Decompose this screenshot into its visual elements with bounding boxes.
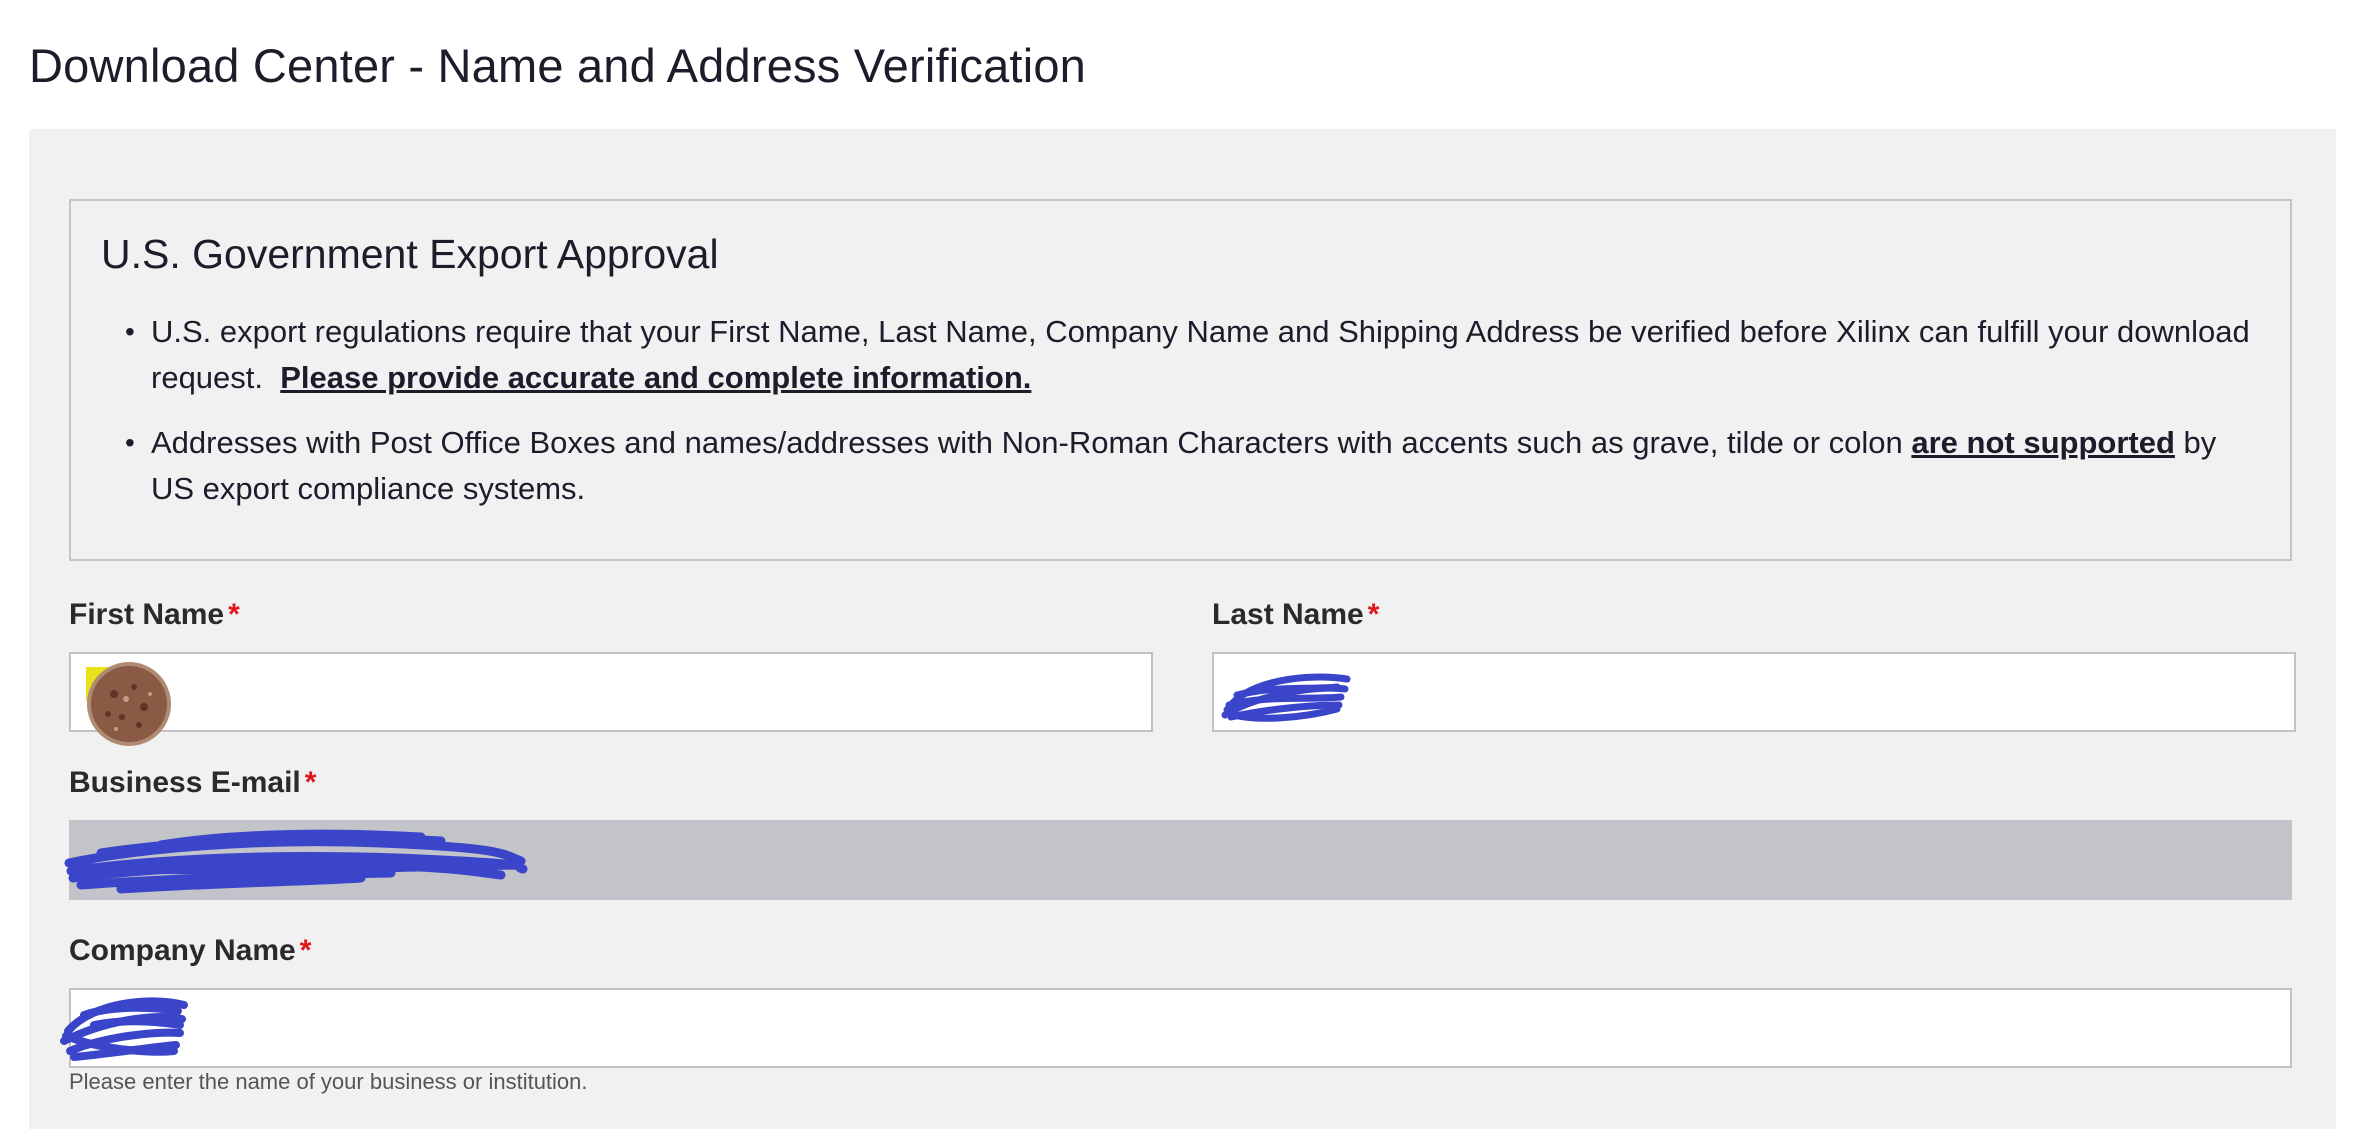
company-name-label-text: Company Name	[69, 934, 296, 967]
business-email-input[interactable]	[69, 820, 2292, 900]
company-name-input[interactable]	[69, 988, 2292, 1068]
bullet-icon: •	[125, 316, 135, 347]
export-approval-notice: U.S. Government Export Approval • U.S. e…	[69, 199, 2292, 561]
business-email-label: Business E-mail *	[69, 766, 316, 800]
notice-emphasis: Please provide accurate and complete inf…	[280, 360, 1032, 395]
notice-item-text: Addresses with Post Office Boxes and nam…	[151, 425, 1912, 460]
company-name-label: Company Name *	[69, 934, 311, 968]
notice-list: • U.S. export regulations require that y…	[125, 309, 2261, 531]
first-name-label: First Name *	[69, 598, 240, 632]
last-name-label-text: Last Name	[1212, 598, 1364, 631]
company-name-help-text: Please enter the name of your business o…	[69, 1069, 588, 1094]
business-email-label-text: Business E-mail	[69, 766, 301, 799]
notice-emphasis: are not supported	[1911, 425, 2175, 460]
first-name-label-text: First Name	[69, 598, 225, 631]
notice-item-unsupported: • Addresses with Post Office Boxes and n…	[125, 420, 2261, 512]
verification-form-panel: U.S. Government Export Approval • U.S. e…	[29, 129, 2336, 1129]
notice-title: U.S. Government Export Approval	[101, 231, 719, 277]
required-marker: *	[1367, 598, 1380, 631]
notice-item-verification: • U.S. export regulations require that y…	[125, 309, 2261, 401]
bullet-icon: •	[125, 427, 135, 458]
required-marker: *	[299, 934, 312, 967]
page-title: Download Center - Name and Address Verif…	[29, 39, 1087, 92]
first-name-input[interactable]	[69, 652, 1153, 732]
last-name-label: Last Name *	[1212, 598, 1379, 632]
required-marker: *	[304, 766, 317, 799]
required-marker: *	[228, 598, 240, 631]
last-name-input[interactable]	[1212, 652, 2296, 732]
